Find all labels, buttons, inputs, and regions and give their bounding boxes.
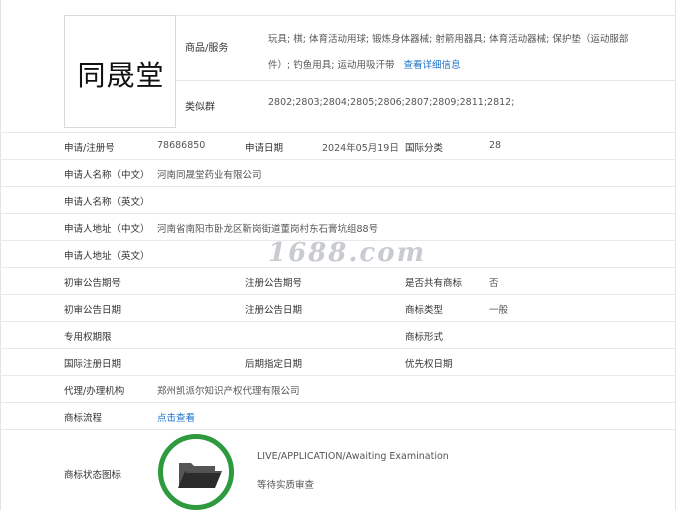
applicant-address-cn-label: 申请人地址（中文）: [64, 224, 150, 235]
view-details-link[interactable]: 查看详细信息: [404, 60, 461, 71]
divider: [176, 80, 676, 81]
row-applicant-address-en: 申请人地址（英文）: [0, 240, 676, 267]
shared-mark-value: 否: [489, 278, 499, 289]
row-announcement-issue: 初审公告期号 注册公告期号 是否共有商标 否: [0, 267, 676, 294]
row-applicant-address-cn: 申请人地址（中文） 河南省南阳市卧龙区靳岗街道董岗村东石膏坑组88号: [0, 213, 676, 240]
applicant-name-cn-label: 申请人名称（中文）: [64, 170, 150, 181]
reg-issue-label: 注册公告期号: [245, 278, 303, 289]
reg-date-label: 注册公告日期: [245, 305, 303, 316]
shared-mark-label: 是否共有商标: [405, 278, 463, 289]
status-chinese: 等待实质审查: [257, 480, 315, 491]
exclusive-term-label: 专用权期限: [64, 332, 112, 343]
priority-date-label: 优先权日期: [405, 359, 453, 370]
goods-list: 玩具; 棋; 体育活动用球; 锻炼身体器械; 射箭用器具; 体育活动器械; 保护…: [268, 27, 666, 79]
row-announcement-date: 初审公告日期 注册公告日期 商标类型 一般: [0, 294, 676, 321]
application-number-value: 78686850: [157, 140, 206, 151]
applicant-name-en-label: 申请人名称（英文）: [64, 197, 150, 208]
row-application-number: 申请/注册号 78686850 申请日期 2024年05月19日 国际分类 28: [0, 132, 676, 159]
applicant-address-en-label: 申请人地址（英文）: [64, 251, 150, 262]
applicant-name-cn-value: 河南同晟堂药业有限公司: [157, 170, 262, 181]
status-icon-label: 商标状态图标: [64, 470, 122, 481]
status-english: LIVE/APPLICATION/Awaiting Examination: [257, 451, 449, 462]
goods-line-2-wrap: 件）; 钓鱼用具; 运动用吸汗带 查看详细信息: [268, 53, 666, 79]
row-intl-dates: 国际注册日期 后期指定日期 优先权日期: [0, 348, 676, 375]
view-process-link[interactable]: 点击查看: [157, 410, 195, 424]
goods-line-2: 件）; 钓鱼用具; 运动用吸汗带: [268, 60, 395, 71]
goods-label: 商品/服务: [185, 43, 229, 54]
trademark-image: 同晟堂: [64, 15, 176, 128]
row-applicant-name-cn: 申请人名称（中文） 河南同晟堂药业有限公司: [0, 159, 676, 186]
row-applicant-name-en: 申请人名称（英文）: [0, 186, 676, 213]
row-status: 商标状态图标 LIVE/APPLICATION/Awaiting Examina…: [0, 429, 676, 510]
process-label: 商标流程: [64, 413, 103, 424]
application-date-label: 申请日期: [245, 143, 284, 154]
mark-type-value: 一般: [489, 305, 509, 316]
row-exclusive-term: 专用权期限 商标形式: [0, 321, 676, 348]
row-agency: 代理/办理机构 郑州凯派尔知识产权代理有限公司: [0, 375, 676, 402]
divider: [176, 15, 676, 16]
intl-class-label: 国际分类: [405, 143, 444, 154]
agency-label: 代理/办理机构: [64, 386, 125, 397]
similar-group-value: 2802;2803;2804;2805;2806;2807;2809;2811;…: [268, 97, 515, 108]
status-ring: [158, 434, 234, 510]
intl-reg-date-label: 国际注册日期: [64, 359, 122, 370]
folder-open-icon: [178, 463, 222, 488]
prelim-issue-label: 初审公告期号: [64, 278, 122, 289]
similar-group-label: 类似群: [185, 102, 215, 113]
later-designation-label: 后期指定日期: [245, 359, 303, 370]
application-date-value: 2024年05月19日: [322, 143, 399, 154]
prelim-date-label: 初审公告日期: [64, 305, 122, 316]
applicant-address-cn-value: 河南省南阳市卧龙区靳岗街道董岗村东石膏坑组88号: [157, 224, 379, 235]
goods-line-1: 玩具; 棋; 体育活动用球; 锻炼身体器械; 射箭用器具; 体育活动器械; 保护…: [268, 34, 629, 45]
mark-form-label: 商标形式: [405, 332, 444, 343]
mark-type-label: 商标类型: [405, 305, 444, 316]
trademark-logo-text: 同晟堂: [77, 59, 165, 92]
agency-value: 郑州凯派尔知识产权代理有限公司: [157, 386, 300, 397]
application-number-label: 申请/注册号: [64, 143, 115, 154]
row-process: 商标流程 点击查看: [0, 402, 676, 429]
intl-class-value: 28: [489, 140, 502, 151]
